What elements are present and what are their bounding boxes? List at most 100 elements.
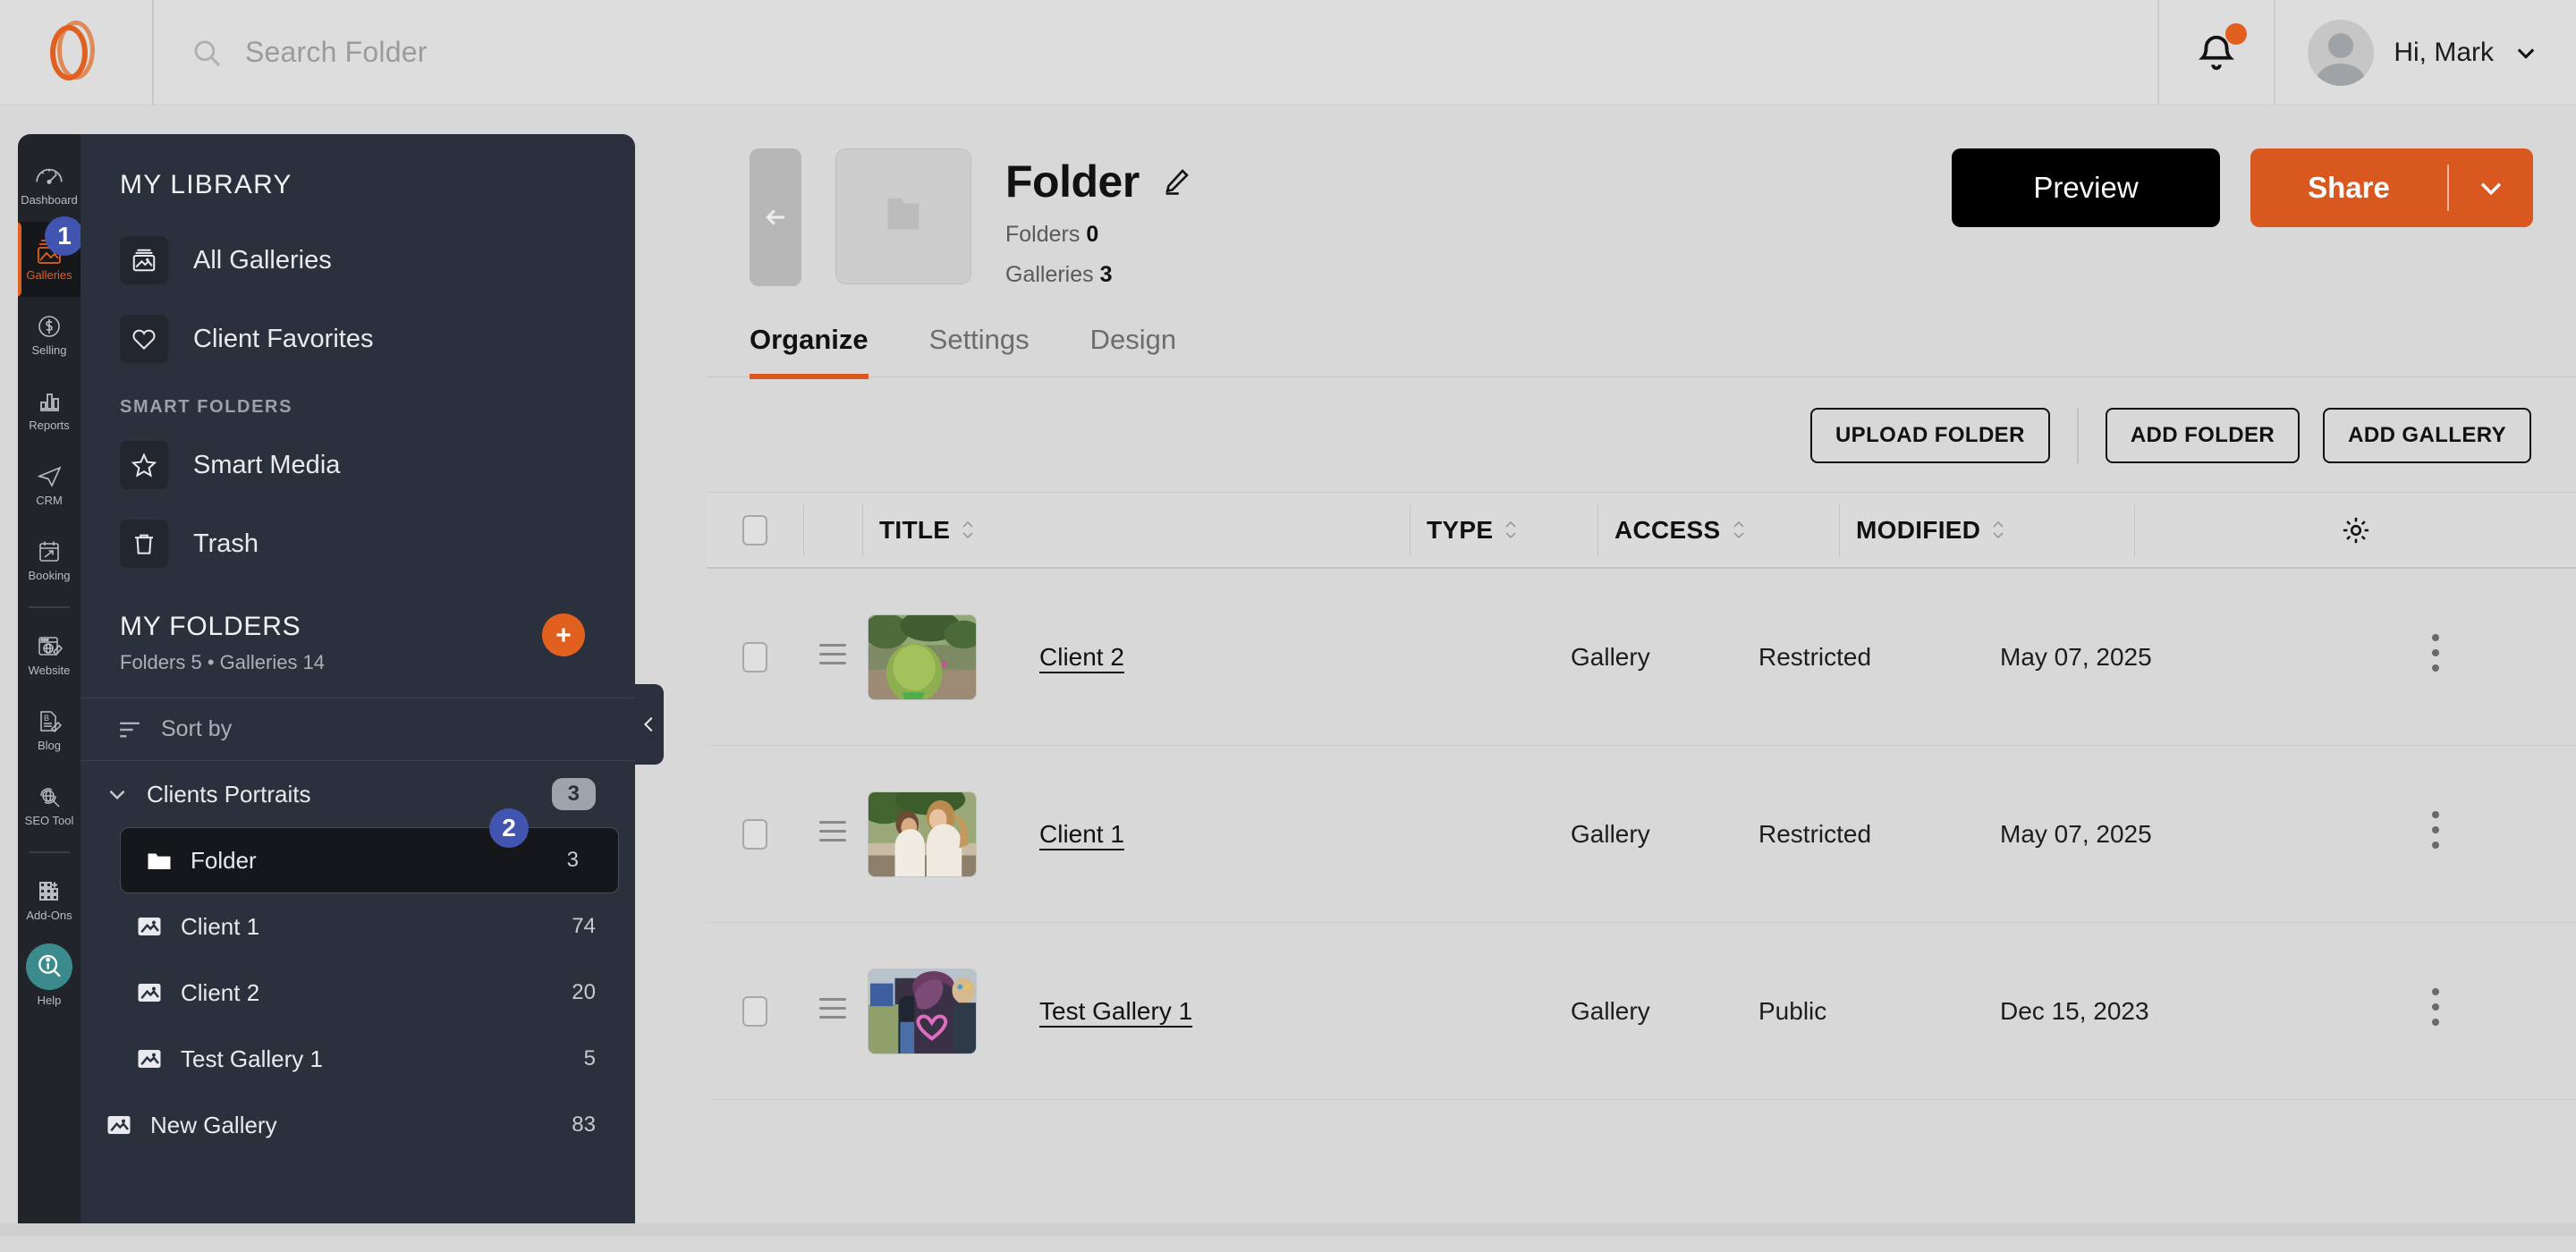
table-toolbar: UPLOAD FOLDER ADD FOLDER ADD GALLERY xyxy=(707,377,2576,492)
trash-icon xyxy=(120,520,168,568)
column-header-access[interactable]: ACCESS xyxy=(1597,504,1839,556)
collapse-sidebar-button[interactable] xyxy=(635,684,664,765)
column-header-title[interactable]: TITLE xyxy=(862,504,1410,556)
sidebar-item-seo-tool[interactable]: SEO Tool xyxy=(18,767,80,842)
row-actions-cell xyxy=(2295,811,2576,857)
share-dropdown-button[interactable] xyxy=(2449,148,2533,227)
share-button[interactable]: Share xyxy=(2250,148,2447,227)
tree-item-folder[interactable]: 2 Folder 3 xyxy=(120,827,619,893)
chevron-down-icon xyxy=(2476,173,2506,203)
add-gallery-button[interactable]: ADD GALLERY xyxy=(2323,408,2531,463)
row-checkbox[interactable] xyxy=(742,642,767,673)
tree-item-count: 5 xyxy=(584,1046,596,1071)
browser-globe-pencil-icon xyxy=(34,633,64,660)
search-bar[interactable] xyxy=(154,36,2157,69)
library-item-label: All Galleries xyxy=(193,246,332,275)
search-input[interactable] xyxy=(245,36,1050,69)
drag-handle-icon[interactable] xyxy=(819,998,846,1025)
row-access: Restricted xyxy=(1758,820,1871,848)
table-row[interactable]: Client 1 Gallery Restricted May 07, 2025 xyxy=(707,746,2576,923)
drag-handle-icon[interactable] xyxy=(819,644,846,671)
library-item-smart-media[interactable]: Smart Media xyxy=(80,432,635,498)
row-title-link[interactable]: Client 2 xyxy=(1039,643,1124,671)
library-item-label: Trash xyxy=(193,529,258,559)
sidebar-item-crm[interactable]: CRM xyxy=(18,447,80,522)
row-menu-icon[interactable] xyxy=(2432,811,2439,857)
tree-item-count: 3 xyxy=(552,778,596,810)
tree-item-count: 74 xyxy=(572,914,596,939)
gear-icon[interactable] xyxy=(2340,514,2372,546)
row-access-cell: Public xyxy=(1758,997,2000,1026)
row-menu-icon[interactable] xyxy=(2432,988,2439,1034)
upload-folder-button[interactable]: UPLOAD FOLDER xyxy=(1810,408,2050,463)
content-table: TITLE TYPE ACCESS xyxy=(707,492,2576,1252)
tree-item-new-gallery[interactable]: New Gallery 83 xyxy=(80,1092,635,1158)
tree-item-test-gallery-1[interactable]: Test Gallery 1 5 xyxy=(80,1026,635,1092)
two-brides-embrace-photo xyxy=(868,791,977,877)
chevron-down-icon[interactable] xyxy=(2513,40,2538,65)
tree-item-client-1[interactable]: Client 1 74 xyxy=(80,893,635,960)
row-title-link[interactable]: Test Gallery 1 xyxy=(1039,997,1192,1025)
plus-icon xyxy=(552,623,575,647)
chevron-down-icon[interactable] xyxy=(106,782,129,806)
table-row[interactable]: Test Gallery 1 Gallery Public Dec 15, 20… xyxy=(707,923,2576,1100)
brand-logo[interactable] xyxy=(0,0,154,106)
tab-design[interactable]: Design xyxy=(1090,324,1177,379)
sidebar-item-blog[interactable]: B Blog xyxy=(18,692,80,767)
tab-settings[interactable]: Settings xyxy=(929,324,1030,379)
row-checkbox[interactable] xyxy=(742,819,767,850)
row-actions-cell xyxy=(2295,988,2576,1034)
sidebar-item-selling[interactable]: Selling xyxy=(18,297,80,372)
image-icon xyxy=(136,981,163,1004)
sort-by-control[interactable]: Sort by xyxy=(80,698,635,761)
library-item-all-galleries[interactable]: All Galleries xyxy=(80,227,635,293)
library-item-label: Client Favorites xyxy=(193,325,373,354)
column-header-modified[interactable]: MODIFIED xyxy=(1839,504,2134,556)
page-title: Folder xyxy=(1005,156,1140,207)
pencil-icon[interactable] xyxy=(1161,166,1191,197)
sidebar-item-help[interactable]: Help xyxy=(18,937,80,1012)
drag-handle-icon[interactable] xyxy=(819,821,846,848)
add-folder-button[interactable] xyxy=(542,613,585,656)
library-item-trash[interactable]: Trash xyxy=(80,511,635,577)
sort-arrows-icon xyxy=(1732,520,1746,539)
table-header-row: TITLE TYPE ACCESS xyxy=(707,492,2576,569)
svg-text:B: B xyxy=(44,714,49,723)
row-menu-icon[interactable] xyxy=(2432,634,2439,680)
user-menu[interactable]: Hi, Mark xyxy=(2275,0,2576,106)
row-access: Restricted xyxy=(1758,643,1871,671)
column-header-type[interactable]: TYPE xyxy=(1410,504,1597,556)
select-all-checkbox[interactable] xyxy=(742,515,767,546)
tab-organize[interactable]: Organize xyxy=(750,324,869,379)
sidebar-item-galleries[interactable]: 1 Galleries xyxy=(18,222,80,297)
sidebar-item-booking[interactable]: Booking xyxy=(18,522,80,597)
paper-plane-icon xyxy=(34,463,64,490)
row-modified: May 07, 2025 xyxy=(2000,820,2152,848)
column-label: TITLE xyxy=(879,516,950,545)
library-item-client-favorites[interactable]: Client Favorites xyxy=(80,306,635,372)
row-title-link[interactable]: Client 1 xyxy=(1039,820,1124,848)
sidebar-item-reports[interactable]: Reports xyxy=(18,372,80,447)
notifications-button[interactable] xyxy=(2157,0,2275,106)
row-checkbox[interactable] xyxy=(742,996,767,1027)
tree-item-label: Test Gallery 1 xyxy=(181,1045,323,1073)
stat-value: 3 xyxy=(1100,262,1113,287)
table-row[interactable]: Client 2 Gallery Restricted May 07, 2025 xyxy=(707,569,2576,746)
preview-button[interactable]: Preview xyxy=(1952,148,2220,227)
row-modified-cell: Dec 15, 2023 xyxy=(2000,997,2295,1026)
sidebar-label: Add-Ons xyxy=(26,909,72,921)
sidebar-item-add-ons[interactable]: Add-Ons xyxy=(18,862,80,937)
add-folder-button[interactable]: ADD FOLDER xyxy=(2106,408,2300,463)
folder-count-galleries: Galleries 3 xyxy=(1005,262,1191,288)
sidebar-item-dashboard[interactable]: Dashboard xyxy=(18,147,80,222)
tree-item-client-2[interactable]: Client 2 20 xyxy=(80,960,635,1026)
tree-group-clients-portraits[interactable]: Clients Portraits 3 xyxy=(80,761,635,827)
step-badge-2: 2 xyxy=(489,808,529,848)
reorder-header-cell xyxy=(803,504,862,556)
back-button[interactable] xyxy=(750,148,801,286)
sidebar-item-website[interactable]: Website xyxy=(18,617,80,692)
sidebar-label: Blog xyxy=(38,740,61,751)
smart-folders-heading: SMART FOLDERS xyxy=(80,385,635,432)
row-title-cell: Test Gallery 1 xyxy=(1023,997,1571,1026)
stat-value: 0 xyxy=(1086,222,1098,247)
